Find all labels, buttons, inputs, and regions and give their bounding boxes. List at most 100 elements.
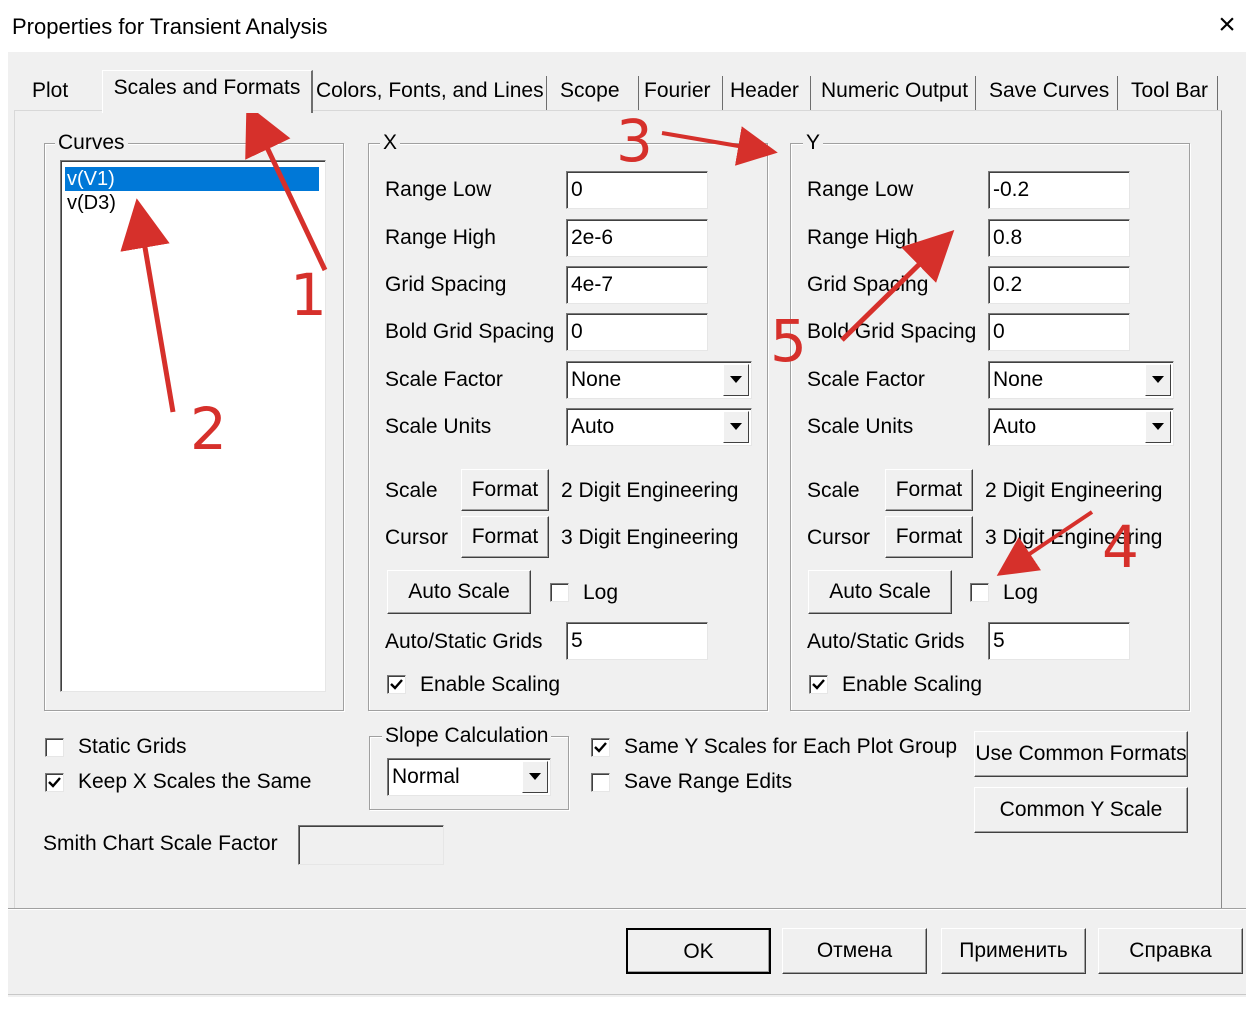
- smith-chart-label: Smith Chart Scale Factor: [43, 832, 278, 855]
- curve-item[interactable]: v(D3): [65, 191, 118, 215]
- checkmark-icon: [594, 742, 607, 753]
- tab-tool-bar[interactable]: Tool Bar: [1131, 76, 1218, 110]
- y-cursor-format-button[interactable]: Format: [885, 516, 973, 558]
- tab-numeric-output[interactable]: Numeric Output: [821, 76, 976, 110]
- y-scale-label: Scale: [807, 479, 860, 502]
- x-range-low-input[interactable]: 0: [566, 171, 708, 209]
- y-grid-spacing-label: Grid Spacing: [807, 273, 929, 296]
- window-title: Properties for Transient Analysis: [12, 14, 328, 39]
- x-bold-grid-input[interactable]: 0: [566, 313, 708, 351]
- keep-x-scales-label: Keep X Scales the Same: [78, 770, 312, 793]
- x-scale-factor-label: Scale Factor: [385, 368, 503, 391]
- help-button[interactable]: Справка: [1098, 928, 1243, 974]
- static-grids-checkbox[interactable]: [45, 738, 64, 757]
- annotation-number-4: 4: [1102, 513, 1139, 581]
- y-scale-factor-label: Scale Factor: [807, 368, 925, 391]
- slope-value: Normal: [392, 765, 460, 788]
- chevron-down-icon[interactable]: [1145, 364, 1171, 396]
- annotation-number-2: 2: [190, 395, 227, 463]
- x-scale-units-label: Scale Units: [385, 415, 492, 438]
- y-group-label: Y: [803, 132, 824, 154]
- x-log-label: Log: [583, 581, 619, 604]
- tab-fourier[interactable]: Fourier: [644, 76, 723, 110]
- annotation-number-3: 3: [616, 107, 653, 175]
- same-y-scales-label: Same Y Scales for Each Plot Group: [624, 735, 958, 758]
- annotation-number-1: 1: [290, 261, 327, 329]
- tab-header[interactable]: Header: [730, 76, 811, 110]
- y-bold-grid-input[interactable]: 0: [988, 313, 1130, 351]
- x-enable-scaling-checkbox[interactable]: [387, 675, 406, 694]
- tab-plot[interactable]: Plot: [32, 76, 104, 110]
- smith-chart-input[interactable]: [298, 825, 444, 865]
- y-auto-scale-button[interactable]: Auto Scale: [808, 570, 952, 614]
- x-auto-static-input[interactable]: 5: [566, 622, 708, 660]
- y-range-high-label: Range High: [807, 226, 918, 249]
- y-cursor-label: Cursor: [807, 526, 871, 549]
- y-bold-grid-label: Bold Grid Spacing: [807, 320, 977, 343]
- x-range-low-label: Range Low: [385, 178, 492, 201]
- annotation-number-5: 5: [770, 307, 807, 375]
- y-scale-units-select[interactable]: Auto: [988, 408, 1174, 446]
- chevron-down-icon[interactable]: [1145, 411, 1171, 443]
- x-range-high-label: Range High: [385, 226, 496, 249]
- x-bold-grid-label: Bold Grid Spacing: [385, 320, 555, 343]
- x-scale-factor-select[interactable]: None: [566, 361, 752, 399]
- y-scale-format-value: 2 Digit Engineering: [985, 479, 1163, 502]
- y-range-low-input[interactable]: -0.2: [988, 171, 1130, 209]
- curve-item-selected[interactable]: v(V1): [65, 167, 319, 191]
- checkmark-icon: [812, 679, 825, 690]
- y-scale-factor-value: None: [993, 368, 1044, 391]
- y-log-checkbox[interactable]: [970, 583, 989, 602]
- keep-x-scales-checkbox[interactable]: [45, 773, 64, 792]
- y-range-high-input[interactable]: 0.8: [988, 219, 1130, 257]
- static-grids-label: Static Grids: [78, 735, 187, 758]
- tab-save-curves[interactable]: Save Curves: [989, 76, 1118, 110]
- save-range-edits-label: Save Range Edits: [624, 770, 793, 793]
- close-icon[interactable]: ×: [1212, 10, 1242, 40]
- y-log-label: Log: [1003, 581, 1039, 604]
- x-scale-format-value: 2 Digit Engineering: [561, 479, 739, 502]
- slope-select[interactable]: Normal: [387, 758, 551, 796]
- footer-separator: [8, 908, 1246, 910]
- checkmark-icon: [48, 777, 61, 788]
- y-enable-scaling-checkbox[interactable]: [809, 675, 828, 694]
- chevron-down-icon[interactable]: [522, 761, 548, 793]
- y-auto-static-label: Auto/Static Grids: [807, 630, 965, 653]
- common-y-scale-button[interactable]: Common Y Scale: [974, 787, 1188, 833]
- tab-scope[interactable]: Scope: [560, 76, 639, 110]
- ok-button[interactable]: OK: [626, 928, 771, 974]
- tab-scales-and-formats[interactable]: Scales and Formats: [102, 70, 313, 113]
- y-auto-static-input[interactable]: 5: [988, 622, 1130, 660]
- y-range-low-label: Range Low: [807, 178, 914, 201]
- x-cursor-format-value: 3 Digit Engineering: [561, 526, 739, 549]
- x-scale-units-value: Auto: [571, 415, 615, 438]
- tab-bar: Plot Scales and Formats Colors, Fonts, a…: [14, 70, 1220, 113]
- x-auto-scale-button[interactable]: Auto Scale: [387, 570, 531, 614]
- x-cursor-format-button[interactable]: Format: [461, 516, 549, 558]
- y-grid-spacing-input[interactable]: 0.2: [988, 266, 1130, 304]
- x-grid-spacing-input[interactable]: 4e-7: [566, 266, 708, 304]
- x-scale-format-button[interactable]: Format: [461, 469, 549, 511]
- x-scale-label: Scale: [385, 479, 438, 502]
- x-grid-spacing-label: Grid Spacing: [385, 273, 507, 296]
- x-range-high-input[interactable]: 2e-6: [566, 219, 708, 257]
- same-y-scales-checkbox[interactable]: [591, 738, 610, 757]
- checkmark-icon: [390, 679, 403, 690]
- x-scale-factor-value: None: [571, 368, 622, 391]
- y-scale-format-button[interactable]: Format: [885, 469, 973, 511]
- chevron-down-icon[interactable]: [723, 411, 749, 443]
- slope-group-label: Slope Calculation: [382, 725, 552, 747]
- x-auto-static-label: Auto/Static Grids: [385, 630, 543, 653]
- chevron-down-icon[interactable]: [723, 364, 749, 396]
- save-range-edits-checkbox[interactable]: [591, 773, 610, 792]
- use-common-formats-button[interactable]: Use Common Formats: [974, 731, 1188, 777]
- curves-group-label: Curves: [55, 132, 128, 154]
- status-divider: [8, 994, 1246, 995]
- tab-colors-fonts-lines[interactable]: Colors, Fonts, and Lines: [316, 76, 547, 110]
- x-scale-units-select[interactable]: Auto: [566, 408, 752, 446]
- y-scale-units-value: Auto: [993, 415, 1037, 438]
- apply-button[interactable]: Применить: [941, 928, 1086, 974]
- y-scale-factor-select[interactable]: None: [988, 361, 1174, 399]
- x-log-checkbox[interactable]: [550, 583, 569, 602]
- cancel-button[interactable]: Отмена: [782, 928, 927, 974]
